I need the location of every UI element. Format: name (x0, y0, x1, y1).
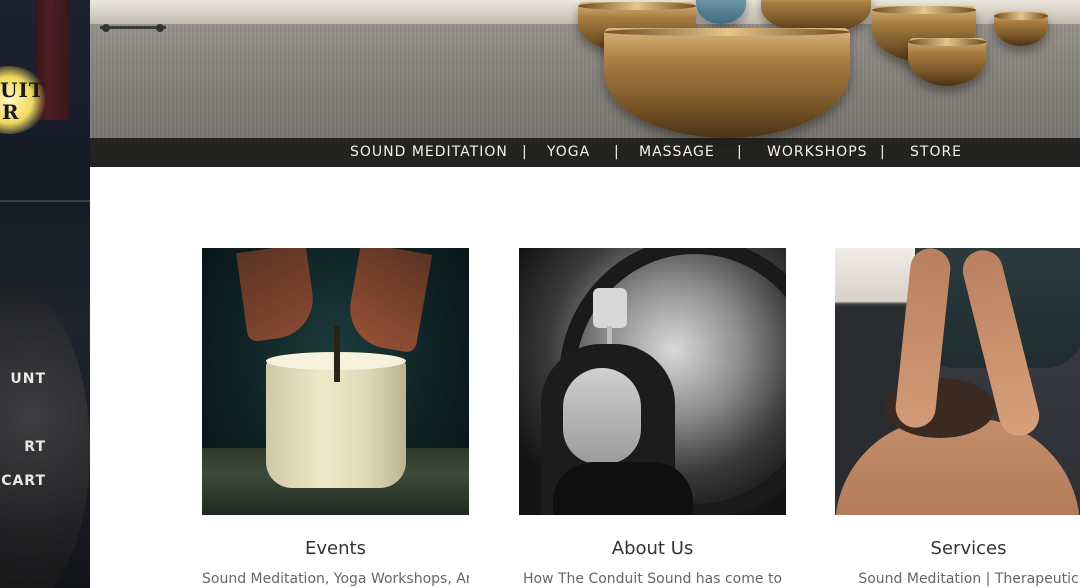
logo-text-line-2: R (2, 100, 20, 124)
hero-banner: SOUND MEDITATION | YOGA | MASSAGE | WORK… (90, 0, 1080, 167)
sidebar-link-label: UNT (10, 371, 46, 387)
sidebar: UIT R UNT RT CART (0, 0, 90, 588)
logo-text-line-1: UIT (0, 78, 45, 102)
events-title[interactable]: Events (202, 538, 469, 559)
hero-stool-image (100, 0, 166, 32)
main-nav: SOUND MEDITATION | YOGA | MASSAGE | WORK… (90, 138, 1080, 167)
events-image-arm (236, 248, 318, 343)
events-description: Sound Meditation, Yoga Workshops, And (202, 571, 469, 587)
singing-bowl-image (696, 0, 746, 24)
sidebar-link-account[interactable]: UNT (0, 370, 46, 388)
nav-massage[interactable]: MASSAGE (639, 138, 715, 167)
sidebar-link-cart[interactable]: RT (0, 438, 46, 456)
about-image-face (563, 368, 641, 464)
nav-sound-meditation[interactable]: SOUND MEDITATION (350, 138, 508, 167)
events-image[interactable] (202, 248, 469, 515)
nav-store[interactable]: STORE (910, 138, 962, 167)
sidebar-link-label: CART (1, 473, 46, 489)
nav-separator: | (737, 144, 742, 160)
nav-workshops[interactable]: WORKSHOPS (767, 138, 868, 167)
services-image[interactable] (835, 248, 1080, 515)
about-image-mallet (593, 288, 627, 386)
sidebar-link-label: RT (24, 439, 46, 455)
nav-yoga[interactable]: YOGA (547, 138, 590, 167)
about-us-image[interactable] (519, 248, 786, 515)
sidebar-clip: UIT R UNT RT CART (0, 0, 90, 588)
about-us-description: How The Conduit Sound has come to (522, 571, 783, 587)
events-image-arm (343, 248, 433, 354)
services-description: Sound Meditation | Therapeutic (858, 571, 1079, 587)
services-title[interactable]: Services (835, 538, 1080, 559)
nav-separator: | (614, 144, 619, 160)
events-image-mallet (334, 326, 340, 382)
nav-separator: | (880, 144, 885, 160)
nav-separator: | (522, 144, 527, 160)
about-image-body (553, 462, 693, 515)
about-us-title[interactable]: About Us (519, 538, 786, 559)
sidebar-link-view-cart[interactable]: CART (0, 472, 46, 490)
